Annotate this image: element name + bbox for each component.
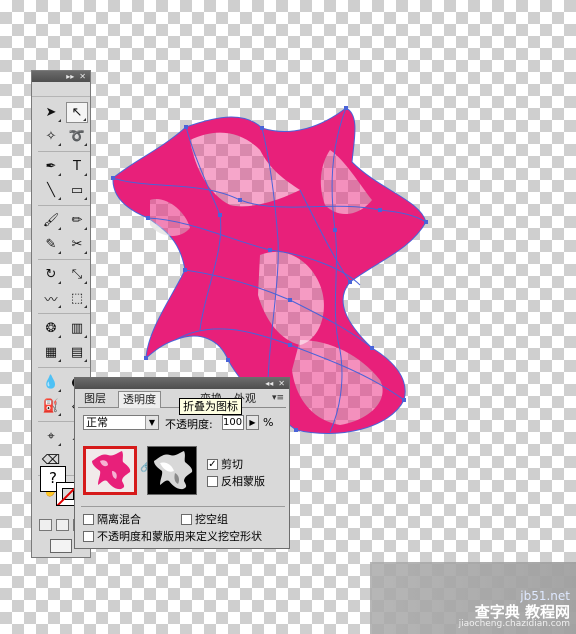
collapse-to-icons-button[interactable]: ◂◂ bbox=[265, 378, 273, 389]
artwork-thumbnail[interactable] bbox=[83, 446, 137, 495]
clip-label: 剪切 bbox=[221, 458, 243, 471]
collapse-panel-button[interactable]: ▸▸ bbox=[66, 71, 74, 82]
opacity-mask-image bbox=[154, 451, 193, 490]
transparency-panel: ◂◂ ✕ 图层 透明度 变换 外观 ▾≡ 折叠为图标 正常 ▼ 不透明度: 10… bbox=[74, 377, 290, 549]
column-graph-tool-icon[interactable]: ▥ bbox=[66, 318, 88, 339]
magic-wand-tool-icon[interactable]: ✧ bbox=[40, 126, 62, 147]
clip-option[interactable]: ✓ 剪切 bbox=[207, 456, 243, 472]
close-panel-button[interactable]: ✕ bbox=[278, 378, 285, 389]
watermark-area: jb51.net 查字典 教程网 jiaocheng.chazidian.com bbox=[370, 562, 576, 634]
tab-layers[interactable]: 图层 bbox=[80, 391, 110, 407]
type-tool-icon[interactable]: T bbox=[66, 156, 88, 177]
knockout-group-label: 挖空组 bbox=[195, 513, 228, 526]
mesh-tool-icon[interactable]: ▦ bbox=[40, 342, 62, 363]
watermark: jb51.net 查字典 教程网 jiaocheng.chazidian.com bbox=[459, 590, 570, 630]
isolate-blending-option[interactable]: 隔离混合 bbox=[83, 511, 141, 527]
tool-group-divider bbox=[38, 367, 90, 368]
panel-menu-icon[interactable]: ▾≡ bbox=[272, 393, 284, 403]
opacity-mask-knockout-option[interactable]: 不透明度和蒙版用来定义挖空形状 bbox=[83, 528, 262, 544]
tool-group-divider bbox=[38, 259, 90, 260]
gradient-mode-button[interactable] bbox=[56, 519, 69, 531]
opacity-unit: % bbox=[263, 416, 274, 429]
blend-mode-select[interactable]: 正常 ▼ bbox=[83, 415, 159, 430]
opacity-mask-knockout-checkbox[interactable] bbox=[83, 530, 94, 542]
close-panel-button[interactable]: ✕ bbox=[79, 71, 86, 82]
knockout-group-checkbox[interactable] bbox=[181, 513, 192, 525]
scissors-tool-icon[interactable]: ✂ bbox=[66, 234, 88, 255]
tools-panel-titlebar[interactable]: ▸▸ ✕ bbox=[32, 71, 90, 82]
artboard-tool-icon[interactable]: ⌖ bbox=[40, 426, 62, 447]
paintbrush-tool-icon[interactable]: 🖌 bbox=[40, 210, 62, 231]
pen-tool-icon[interactable]: ✒ bbox=[40, 156, 62, 177]
free-transform-tool-icon[interactable]: ⬚ bbox=[66, 288, 88, 309]
watermark-sub: jiaocheng.chazidian.com bbox=[458, 619, 570, 630]
direct-selection-tool-icon[interactable]: ↖ bbox=[66, 102, 88, 123]
invert-mask-option[interactable]: 反相蒙版 bbox=[207, 473, 265, 489]
opacity-mask-knockout-label: 不透明度和蒙版用来定义挖空形状 bbox=[97, 530, 262, 543]
eyedropper-tool-icon[interactable]: 💧 bbox=[40, 372, 62, 393]
isolate-blending-label: 隔离混合 bbox=[97, 513, 141, 526]
tool-group-divider bbox=[38, 205, 90, 206]
lasso-tool-icon[interactable]: ➰ bbox=[66, 126, 88, 147]
tab-transparency[interactable]: 透明度 bbox=[118, 391, 161, 408]
opacity-label: 不透明度: bbox=[165, 418, 213, 431]
chevron-down-icon[interactable]: ▼ bbox=[145, 416, 158, 429]
tool-group-divider bbox=[38, 151, 90, 152]
rotate-tool-icon[interactable]: ↻ bbox=[40, 264, 62, 285]
tooltip: 折叠为图标 bbox=[179, 398, 242, 415]
invert-mask-label: 反相蒙版 bbox=[221, 475, 265, 488]
blob-brush-tool-icon[interactable]: ✎ bbox=[40, 234, 62, 255]
tool-group-divider bbox=[38, 313, 90, 314]
warp-tool-icon[interactable]: 〰 bbox=[40, 288, 62, 309]
rectangle-tool-icon[interactable]: ▭ bbox=[66, 180, 88, 201]
line-segment-tool-icon[interactable]: ╲ bbox=[40, 180, 62, 201]
symbol-sprayer-tool-icon[interactable]: ❂ bbox=[40, 318, 62, 339]
transparency-panel-titlebar[interactable]: ◂◂ ✕ bbox=[75, 378, 289, 389]
clip-checkbox[interactable]: ✓ bbox=[207, 458, 218, 470]
artwork-thumbnail-image bbox=[92, 451, 131, 490]
color-mode-button[interactable] bbox=[39, 519, 52, 531]
pencil-tool-icon[interactable]: ✏ bbox=[66, 210, 88, 231]
live-paint-bucket-tool-icon[interactable]: ⛽ bbox=[40, 396, 62, 417]
divider bbox=[81, 506, 285, 507]
knockout-group-option[interactable]: 挖空组 bbox=[181, 511, 228, 527]
panel-grip[interactable] bbox=[32, 82, 90, 97]
scale-tool-icon[interactable]: ⤡ bbox=[66, 264, 88, 285]
blend-mode-value: 正常 bbox=[86, 416, 108, 429]
watermark-site: jb51.net bbox=[520, 589, 570, 604]
opacity-input[interactable]: 100 bbox=[222, 415, 244, 430]
watermark-main: 查字典 教程网 bbox=[474, 602, 570, 621]
invert-mask-checkbox[interactable] bbox=[207, 475, 218, 487]
opacity-slider-button[interactable]: ▶ bbox=[246, 415, 259, 430]
isolate-blending-checkbox[interactable] bbox=[83, 513, 94, 525]
gradient-tool-icon[interactable]: ▤ bbox=[66, 342, 88, 363]
opacity-mask-thumbnail[interactable] bbox=[147, 446, 197, 495]
screen-mode-button[interactable] bbox=[50, 539, 72, 553]
selection-tool-icon[interactable]: ➤ bbox=[40, 102, 62, 123]
